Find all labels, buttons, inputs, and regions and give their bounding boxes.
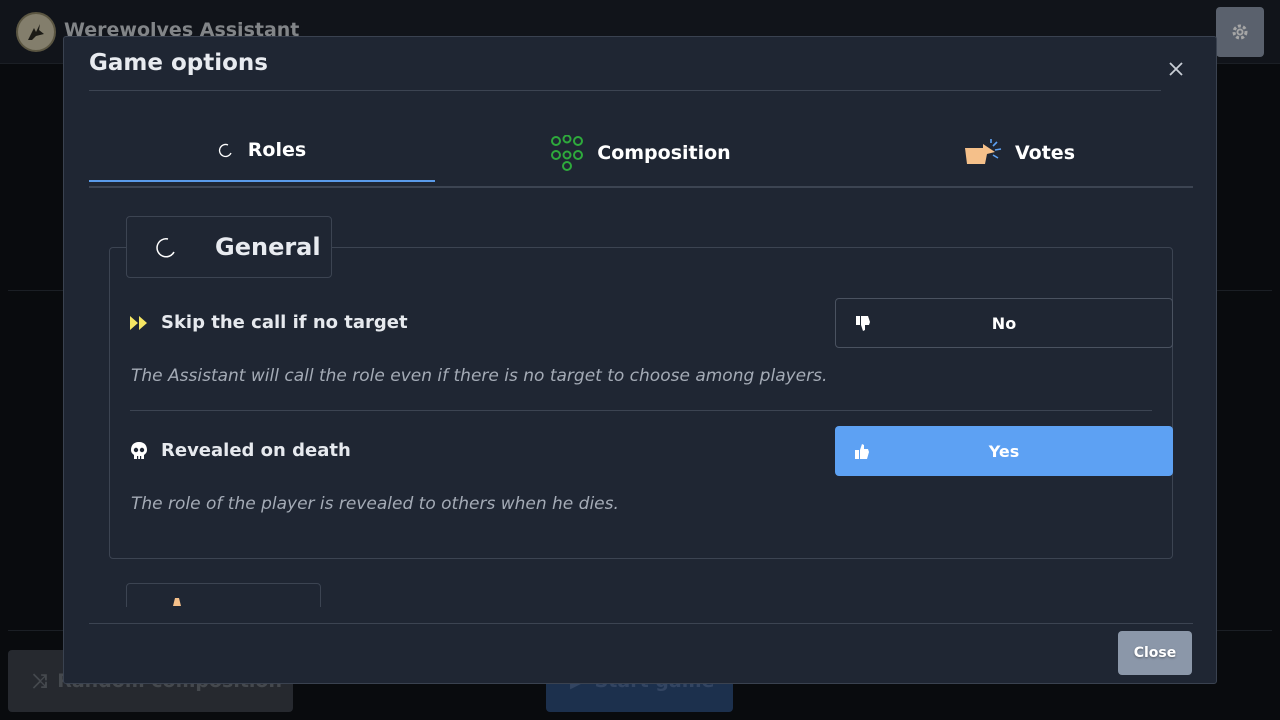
close-button[interactable]: Close [1118, 631, 1192, 675]
option-label: Skip the call if no target [161, 312, 408, 333]
moon-icon [156, 238, 175, 258]
game-options-modal: Game options Roles Composition Votes Ski… [63, 36, 1217, 684]
general-section: Skip the call if no target No The Assist… [109, 247, 1173, 559]
pointing-hand-icon [965, 139, 1002, 164]
skip-call-toggle-button[interactable]: No [835, 298, 1173, 348]
tab-bar: Roles Composition Votes [89, 120, 1193, 188]
revealed-on-death-toggle-button[interactable]: Yes [835, 426, 1173, 476]
moon-icon [218, 143, 232, 158]
tab-votes[interactable]: Votes [845, 120, 1193, 186]
skull-icon [131, 441, 147, 459]
option-description: The role of the player is revealed to ot… [131, 494, 619, 514]
divider [89, 623, 1193, 624]
role-icon [173, 598, 181, 606]
tab-label: Votes [1015, 142, 1075, 164]
tab-roles[interactable]: Roles [89, 120, 435, 182]
toggle-value: Yes [988, 441, 1020, 461]
tab-composition[interactable]: Composition [435, 120, 845, 186]
people-group-icon [551, 135, 584, 171]
option-skip-call: Skip the call if no target [129, 312, 408, 333]
tab-label: Composition [597, 142, 731, 164]
toggle-value: No [991, 313, 1017, 333]
divider [89, 90, 1161, 91]
fast-forward-icon [130, 315, 147, 330]
option-revealed-on-death: Revealed on death [129, 440, 351, 461]
option-description: The Assistant will call the role even if… [131, 366, 828, 386]
modal-title: Game options [89, 50, 268, 76]
divider [130, 410, 1152, 411]
close-icon[interactable] [1164, 57, 1188, 81]
options-scroll-area[interactable]: Skip the call if no target No The Assist… [89, 197, 1193, 607]
next-section-legend [126, 583, 321, 607]
tab-label: Roles [247, 139, 307, 161]
general-section-legend: General [126, 216, 332, 278]
option-label: Revealed on death [161, 440, 351, 461]
section-title: General [215, 233, 321, 261]
